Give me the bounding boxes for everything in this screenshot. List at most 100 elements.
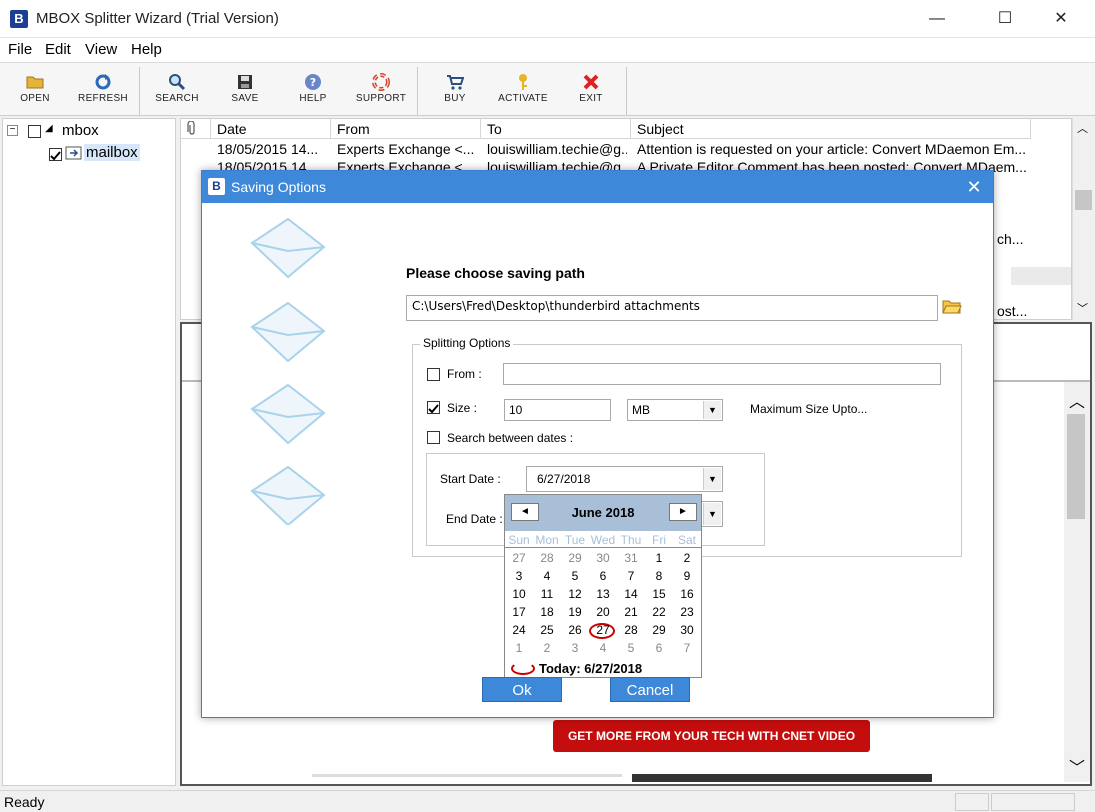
list-scrollbar[interactable]: ︿ ﹀: [1072, 118, 1094, 320]
menu-edit[interactable]: Edit: [45, 41, 71, 58]
calendar-day[interactable]: 30: [673, 623, 701, 637]
scroll-down-icon[interactable]: ﹀: [1069, 754, 1085, 778]
scroll-thumb[interactable]: [1075, 190, 1092, 210]
save-button[interactable]: SAVE: [220, 67, 270, 113]
maximize-button[interactable]: ☐: [982, 0, 1028, 38]
calendar-day[interactable]: 2: [673, 551, 701, 565]
calendar-day[interactable]: 13: [589, 587, 617, 601]
calendar-day[interactable]: 5: [617, 641, 645, 655]
preview-scrollbar[interactable]: ︿ ﹀: [1064, 382, 1090, 782]
calendar-day[interactable]: 5: [561, 569, 589, 583]
help-button[interactable]: ? HELP: [288, 67, 338, 113]
calendar-day[interactable]: 1: [645, 551, 673, 565]
cnet-video-banner-button[interactable]: GET MORE FROM YOUR TECH WITH CNET VIDEO: [553, 720, 870, 752]
calendar-day[interactable]: 29: [645, 623, 673, 637]
paperclip-icon: [187, 120, 195, 135]
calendar-day[interactable]: 1: [505, 641, 533, 655]
calendar-day[interactable]: 20: [589, 605, 617, 619]
chevron-down-icon: ▼: [703, 468, 721, 490]
toolbar-separator: [626, 67, 627, 115]
calendar-day[interactable]: 17: [505, 605, 533, 619]
minimize-button[interactable]: —: [914, 0, 960, 38]
from-input[interactable]: [503, 363, 941, 385]
calendar-day[interactable]: 3: [505, 569, 533, 583]
size-input[interactable]: 10: [504, 399, 611, 421]
activate-button[interactable]: ACTIVATE: [494, 67, 552, 113]
from-checkbox[interactable]: [427, 368, 440, 381]
calendar-day[interactable]: 21: [617, 605, 645, 619]
from-column-header[interactable]: From: [331, 119, 481, 139]
calendar-day[interactable]: 7: [617, 569, 645, 583]
calendar-day[interactable]: 29: [561, 551, 589, 565]
close-button[interactable]: ✕: [1038, 0, 1084, 38]
table-row[interactable]: 18/05/2015 14... Experts Exchange <... l…: [181, 141, 1071, 159]
calendar-day[interactable]: 3: [561, 641, 589, 655]
subject-column-header[interactable]: Subject: [631, 119, 1031, 139]
row-subject: Attention is requested on your article: …: [637, 141, 1027, 157]
cancel-button[interactable]: Cancel: [610, 677, 690, 702]
size-checkbox[interactable]: [427, 401, 440, 414]
calendar-day[interactable]: 19: [561, 605, 589, 619]
calendar-day[interactable]: 27: [505, 551, 533, 565]
attachment-column-header[interactable]: [181, 119, 211, 139]
calendar-prev-button[interactable]: ◄: [511, 503, 539, 521]
menu-file[interactable]: File: [8, 41, 32, 58]
refresh-button[interactable]: REFRESH: [74, 67, 132, 113]
mbox-checkbox[interactable]: [28, 125, 41, 138]
calendar-day[interactable]: 4: [533, 569, 561, 583]
search-dates-label: Search between dates :: [447, 431, 574, 445]
dialog-close-button[interactable]: ✕: [956, 173, 992, 201]
calendar-day[interactable]: 25: [533, 623, 561, 637]
tree-item-mailbox[interactable]: mailbox: [84, 144, 140, 161]
exit-button[interactable]: EXIT: [566, 67, 616, 113]
saving-path-input[interactable]: C:\Users\Fred\Desktop\thunderbird attach…: [406, 295, 938, 321]
menu-help[interactable]: Help: [131, 41, 162, 58]
calendar-day[interactable]: 26: [561, 623, 589, 637]
buy-button[interactable]: BUY: [430, 67, 480, 113]
calendar-day[interactable]: 30: [589, 551, 617, 565]
calendar-day[interactable]: 7: [673, 641, 701, 655]
calendar-day[interactable]: 14: [617, 587, 645, 601]
calendar-day[interactable]: 10: [505, 587, 533, 601]
saving-path-heading: Please choose saving path: [406, 265, 585, 281]
calendar-next-button[interactable]: ►: [669, 503, 697, 521]
calendar-day[interactable]: 28: [533, 551, 561, 565]
calendar-day[interactable]: 12: [561, 587, 589, 601]
search-dates-checkbox[interactable]: [427, 431, 440, 444]
calendar-day[interactable]: 8: [645, 569, 673, 583]
collapse-toggle[interactable]: −: [7, 125, 18, 136]
calendar-day[interactable]: 16: [673, 587, 701, 601]
size-unit-select[interactable]: MB ▼: [627, 399, 723, 421]
browse-folder-icon[interactable]: [942, 297, 962, 315]
support-button[interactable]: SUPPORT: [352, 67, 410, 113]
calendar-day[interactable]: 6: [645, 641, 673, 655]
scroll-up-icon[interactable]: ︿: [1069, 388, 1085, 412]
date-column-header[interactable]: Date: [211, 119, 331, 139]
scroll-down-icon[interactable]: ﹀: [1077, 300, 1088, 316]
calendar-day[interactable]: 31: [617, 551, 645, 565]
to-column-header[interactable]: To: [481, 119, 631, 139]
search-button[interactable]: SEARCH: [150, 67, 204, 113]
tree-item-mbox[interactable]: mbox: [62, 122, 99, 139]
ok-button[interactable]: Ok: [482, 677, 562, 702]
open-button[interactable]: OPEN: [8, 67, 62, 113]
calendar-day[interactable]: 22: [645, 605, 673, 619]
start-date-picker[interactable]: 6/27/2018 ▼: [526, 466, 723, 492]
calendar-day[interactable]: 28: [617, 623, 645, 637]
calendar-day[interactable]: 18: [533, 605, 561, 619]
calendar-day[interactable]: 2: [533, 641, 561, 655]
mailbox-checkbox[interactable]: [49, 148, 62, 161]
expand-arrow-icon[interactable]: ◢: [45, 123, 53, 134]
calendar-day[interactable]: 23: [673, 605, 701, 619]
calendar-day[interactable]: 27: [589, 623, 617, 637]
scroll-thumb[interactable]: [1067, 414, 1085, 519]
scroll-up-icon[interactable]: ︿: [1077, 120, 1088, 136]
calendar-day[interactable]: 15: [645, 587, 673, 601]
calendar-day[interactable]: 9: [673, 569, 701, 583]
menu-view[interactable]: View: [85, 41, 117, 58]
calendar-day[interactable]: 11: [533, 587, 561, 601]
calendar-day[interactable]: 4: [589, 641, 617, 655]
calendar-day[interactable]: 6: [589, 569, 617, 583]
calendar-day[interactable]: 24: [505, 623, 533, 637]
today-link[interactable]: Today: 6/27/2018: [539, 661, 642, 676]
